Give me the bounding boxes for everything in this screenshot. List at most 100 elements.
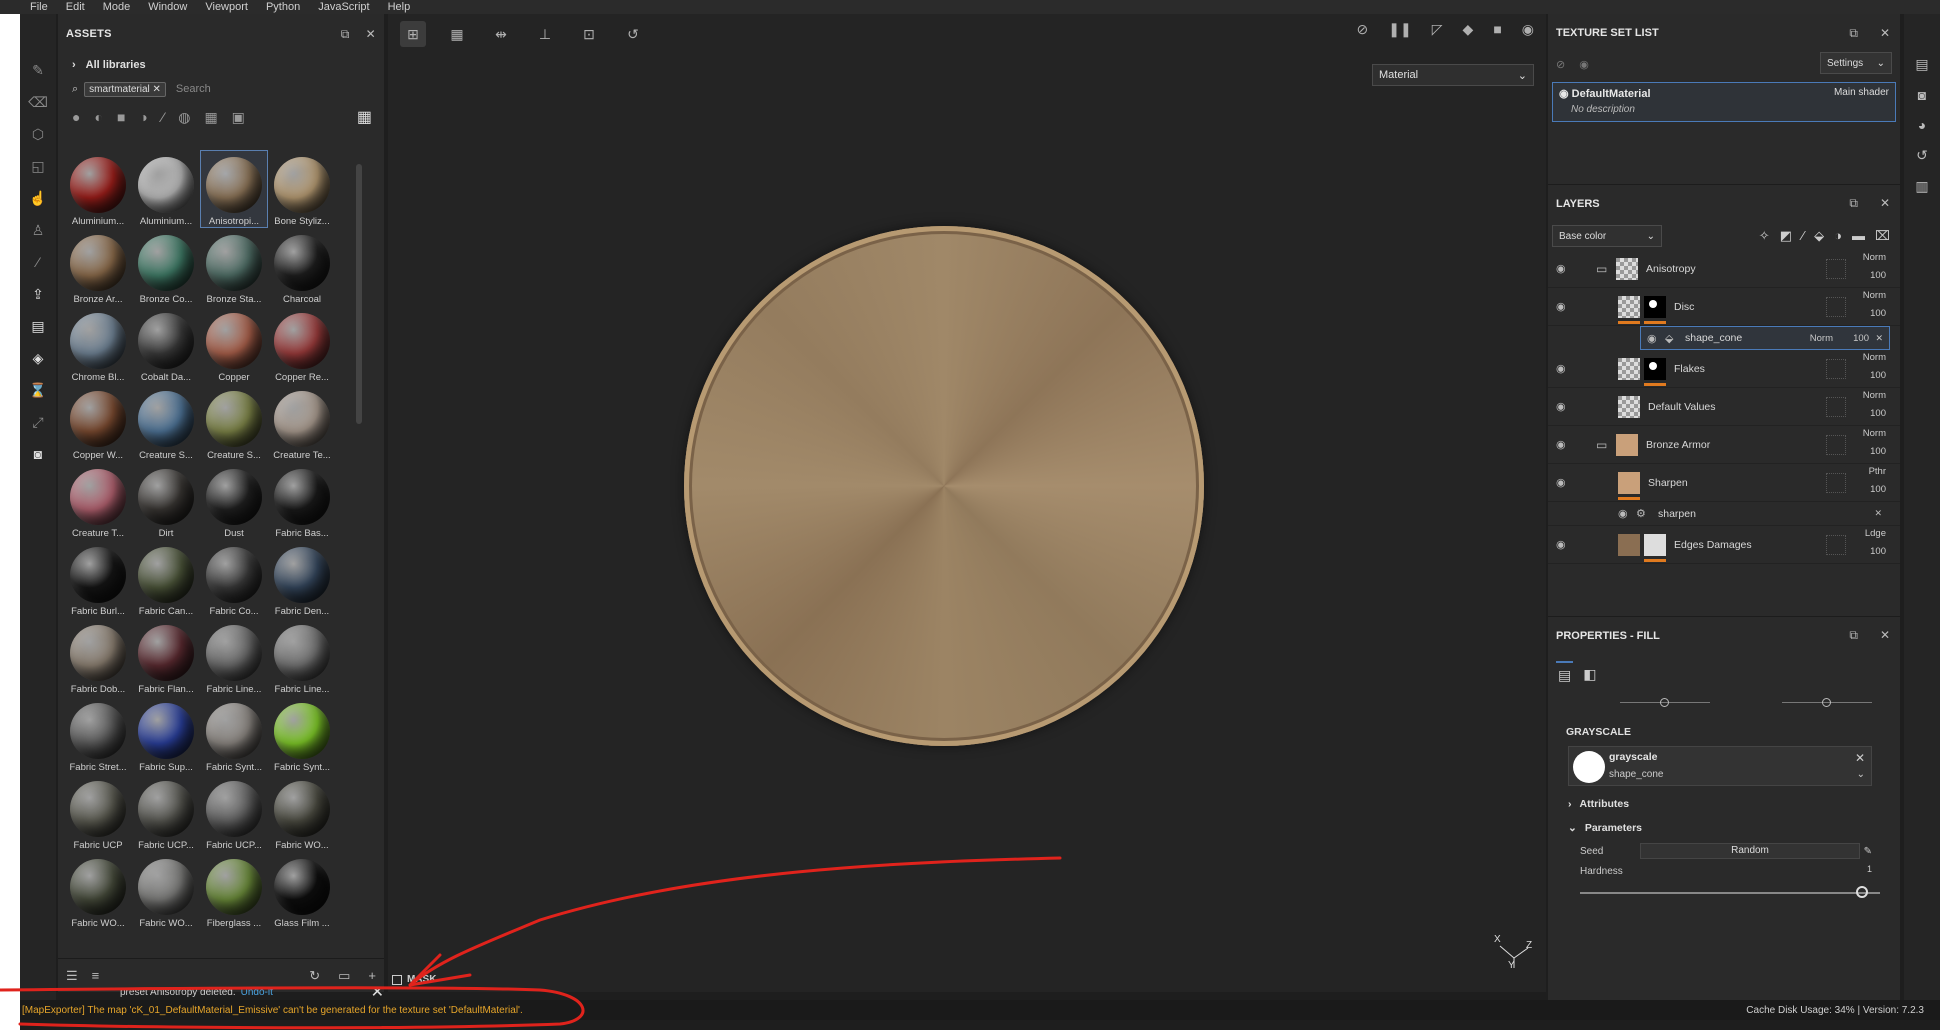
history-icon[interactable]: ↺ [1916,147,1928,164]
split-view-icon[interactable]: ▦ [444,21,470,47]
asset-tile[interactable]: Chrome Bl... [64,306,132,384]
asset-tile[interactable]: Bronze Co... [132,228,200,306]
sort-icon[interactable]: ≡ [92,968,100,983]
texture-set-item[interactable]: ◉ DefaultMaterial No description Main sh… [1552,82,1896,122]
paint-brush-icon[interactable]: ✎ [28,60,48,80]
asset-tile[interactable]: Dust [200,462,268,540]
add-smart-mask-icon[interactable]: ◑ [1834,228,1842,244]
opacity-value[interactable]: 100 [1870,270,1886,281]
asset-tile[interactable]: Anisotropi... [200,150,268,228]
remove-effect-icon[interactable]: ✕ [1875,333,1883,344]
close-icon[interactable]: ✕ [1855,751,1865,765]
menu-item[interactable]: Mode [103,1,131,13]
camera-icon[interactable]: ■ [1493,21,1501,38]
close-icon[interactable]: ✕ [1880,628,1890,643]
geometry-icon[interactable]: ◈ [28,348,48,368]
new-folder-icon[interactable]: ▭ [338,968,350,984]
grayscale-resource[interactable]: grayscale shape_cone ✕ ⌄ [1568,746,1872,786]
projection-icon[interactable]: ⬡ [28,124,48,144]
settings-dropdown[interactable]: Settings ⌄ [1820,52,1892,74]
menu-item[interactable]: File [30,1,48,13]
search-bar[interactable]: ⌕ smartmaterial ✕ Search [58,76,384,102]
transform-icon[interactable]: ⤢ [28,412,48,432]
asset-tile[interactable]: Fabric Synt... [268,696,336,774]
screenshot-icon[interactable]: ◉ [1522,21,1534,38]
hide-icon[interactable]: ⊘ [1357,21,1369,38]
asset-tile[interactable]: Creature Te... [268,384,336,462]
asset-tile[interactable]: Fabric UCP [64,774,132,852]
add-paint-layer-icon[interactable]: ⁄ [1802,228,1804,244]
eye-icon[interactable]: ◉ [1556,438,1566,451]
blend-mode[interactable]: Norm [1863,390,1886,401]
blend-mode[interactable]: Norm [1863,428,1886,439]
layer-row[interactable]: ◉ Flakes Norm 100 [1548,350,1900,388]
add-effect-icon[interactable]: ✧ [1759,228,1770,244]
display-settings-icon[interactable]: ◙ [1918,87,1926,103]
library-selector[interactable]: › All libraries [58,54,384,76]
undo-link[interactable]: Undo-it [241,987,273,998]
asset-tile[interactable]: Bronze Sta... [200,228,268,306]
asset-tile[interactable]: Fabric Bas... [268,462,336,540]
hardness-slider-track[interactable] [1580,892,1880,894]
grid-view-icon[interactable]: ▦ [357,107,372,127]
parameters-group[interactable]: ⌄ Parameters [1548,816,1900,840]
eye-icon[interactable]: ◉ [1556,476,1566,489]
pause-icon[interactable]: ❚❚ [1388,21,1411,38]
asset-tile[interactable]: Creature T... [64,462,132,540]
asset-tile[interactable]: Charcoal [268,228,336,306]
search-filter-chip[interactable]: smartmaterial ✕ [84,81,166,97]
fill-settings-icon[interactable]: ▤ [1556,660,1574,688]
opacity-value[interactable]: 100 [1870,484,1886,495]
asset-tile[interactable]: Creature S... [200,384,268,462]
asset-tile[interactable]: Fiberglass ... [200,852,268,930]
material-filter-icon[interactable]: ● [72,109,80,125]
slider-knob[interactable] [1822,698,1831,707]
clone-stamp-icon[interactable]: ♙ [28,220,48,240]
eye-icon[interactable]: ◉ [1556,262,1566,275]
eye-icon[interactable]: ◉ [1559,88,1569,100]
asset-tile[interactable]: Fabric Co... [200,540,268,618]
asset-tile[interactable]: Fabric UCP... [132,774,200,852]
edit-icon[interactable]: ✎ [1864,846,1872,857]
texture-set-settings-icon[interactable]: ▤ [1915,56,1928,73]
blend-mode[interactable]: Norm [1863,352,1886,363]
eye-icon[interactable]: ◉ [1556,538,1566,551]
blend-mode[interactable]: Norm [1863,290,1886,301]
shader-settings-icon[interactable]: ◕ [1918,117,1926,133]
asset-tile[interactable]: Aluminium... [64,150,132,228]
polygon-fill-icon[interactable]: ◱ [28,156,48,176]
menu-item[interactable]: Viewport [205,1,248,13]
environment-filter-icon[interactable]: ▣ [232,109,245,126]
asset-tile[interactable]: Fabric WO... [132,852,200,930]
chevron-down-icon[interactable]: ⌄ [1857,769,1865,780]
effect-row[interactable]: ◉ ⚙ sharpen ✕ [1548,502,1900,526]
blend-mode[interactable]: Pthr [1869,466,1886,477]
eye-icon[interactable]: ◉ [1579,58,1589,71]
asset-tile[interactable]: Fabric Dob... [64,618,132,696]
opacity-value[interactable]: 100 [1870,446,1886,457]
menu-item[interactable]: Edit [66,1,85,13]
brush-filter-icon[interactable]: ⁄ [162,109,164,125]
align-icon[interactable]: ⊥ [532,21,558,47]
asset-tile[interactable]: Cobalt Da... [132,306,200,384]
smudge-icon[interactable]: ☝ [28,188,48,208]
frame-icon[interactable]: ⊡ [576,21,602,47]
measure-icon[interactable]: ⌛ [28,380,48,400]
close-icon[interactable]: ✕ [1880,26,1890,41]
asset-tile[interactable]: Fabric Can... [132,540,200,618]
layer-row[interactable]: ◉ ▭ Bronze Armor Norm 100 [1548,426,1900,464]
eye-icon[interactable]: ◉ [1556,400,1566,413]
menu-item[interactable]: Python [266,1,300,13]
add-mask-icon[interactable]: ◩ [1780,228,1792,244]
texture-filter-icon[interactable]: ▦ [204,109,217,126]
asset-tile[interactable]: Fabric UCP... [200,774,268,852]
material-mode-icon[interactable]: ◧ [1583,666,1596,683]
smart-mask-filter-icon[interactable]: ◑ [139,109,147,125]
search-input[interactable]: Search [176,83,211,95]
close-icon[interactable]: ✕ [366,27,376,42]
opacity-value[interactable]: 100 [1870,370,1886,381]
opacity-value[interactable]: 100 [1870,408,1886,419]
toast-close-icon[interactable]: ✕ [371,982,384,1002]
blend-mode[interactable]: Norm [1863,252,1886,263]
asset-tile[interactable]: Fabric WO... [64,852,132,930]
